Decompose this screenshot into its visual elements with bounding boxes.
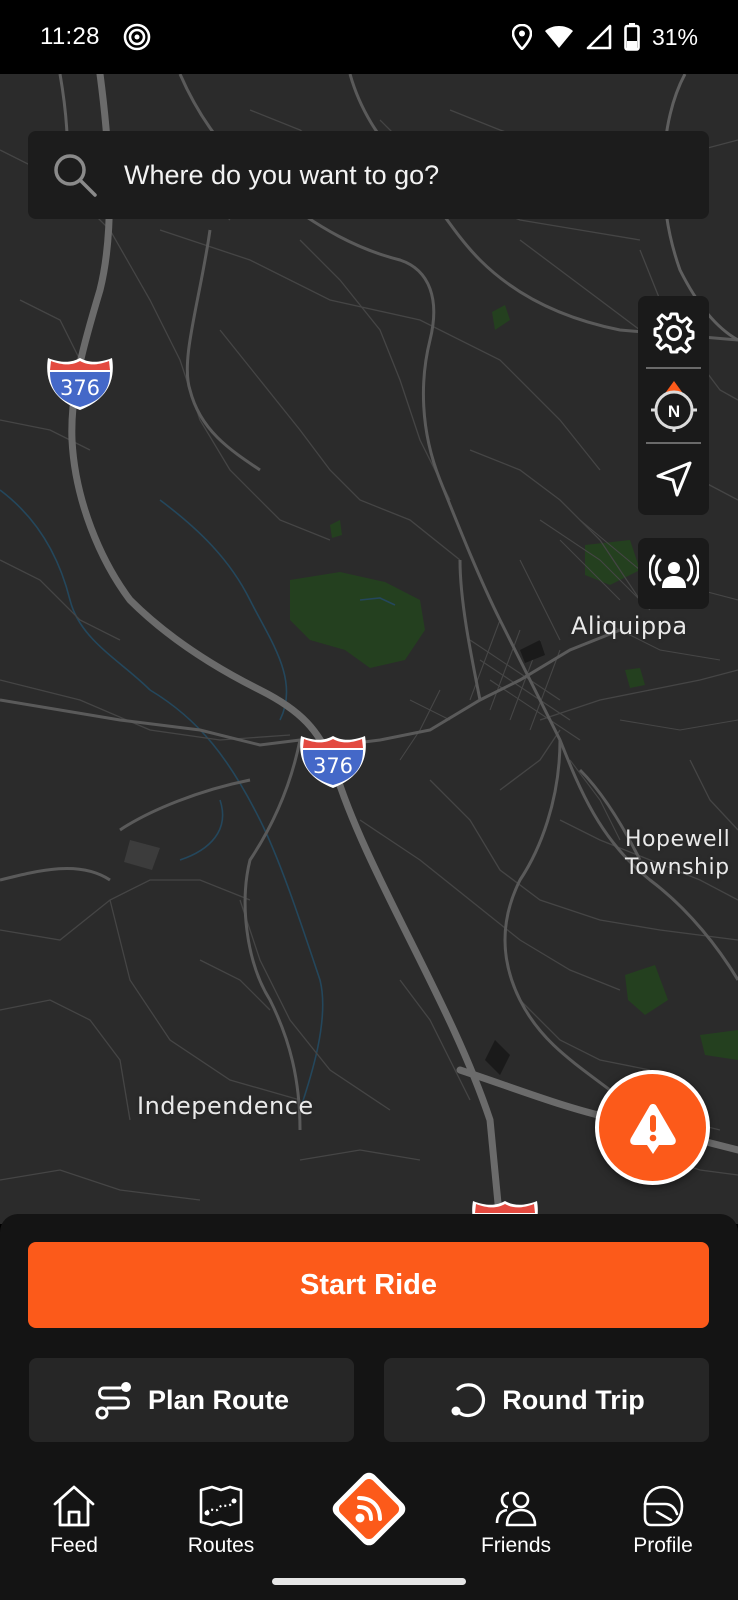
start-ride-button[interactable]: Start Ride <box>28 1242 709 1328</box>
home-indicator[interactable] <box>272 1578 466 1585</box>
nav-friends-label: Friends <box>480 1534 552 1557</box>
nav-routes-label: Routes <box>187 1534 255 1557</box>
nav-friends[interactable]: Friends <box>456 1466 576 1576</box>
app-logo-icon <box>332 1472 406 1546</box>
search-icon <box>54 154 97 197</box>
wifi-icon <box>544 26 573 48</box>
map-icon <box>199 1485 243 1527</box>
bottom-nav: Feed Routes Friends Profile <box>0 1466 738 1586</box>
battery-icon <box>624 23 640 51</box>
status-bar: 11:28 31% <box>0 0 738 74</box>
map-label-hopewell: Hopewell Township <box>625 826 730 882</box>
search-input[interactable]: Where do you want to go? <box>124 160 439 191</box>
compass-button[interactable]: N <box>638 369 709 442</box>
bottom-sheet: Start Ride Plan Route Round Trip Feed Ro… <box>0 1214 738 1600</box>
map-label-independence: Independence <box>137 1092 314 1120</box>
gear-icon <box>653 312 694 353</box>
map-label-hopewell-line2: Township <box>625 855 730 880</box>
search-bar[interactable]: Where do you want to go? <box>28 131 709 219</box>
plan-route-label: Plan Route <box>147 1384 289 1415</box>
plan-route-button[interactable]: Plan Route <box>29 1358 354 1442</box>
helmet-icon <box>643 1485 684 1527</box>
home-icon <box>53 1485 95 1527</box>
recenter-button[interactable] <box>638 442 709 515</box>
map-view[interactable]: 376 376 Aliquippa Hopewell Township Inde… <box>0 74 738 1224</box>
signal-icon <box>586 24 612 50</box>
plan-route-icon <box>95 1382 131 1420</box>
nav-app-home[interactable] <box>326 1466 412 1552</box>
location-icon <box>511 24 532 50</box>
map-label-aliquippa: Aliquippa <box>571 612 688 640</box>
friends-icon <box>495 1491 537 1527</box>
nav-routes[interactable]: Routes <box>161 1466 281 1576</box>
report-hazard-button[interactable] <box>595 1070 710 1185</box>
shield-route-number: 376 <box>59 376 101 400</box>
hotspot-icon <box>123 23 151 51</box>
settings-button[interactable] <box>638 296 709 369</box>
round-trip-button[interactable]: Round Trip <box>384 1358 709 1442</box>
status-time: 11:28 <box>40 23 100 50</box>
compass-letter: N <box>667 402 679 421</box>
map-controls: N <box>638 296 709 515</box>
map-roads <box>0 74 738 1224</box>
map-label-hopewell-line1: Hopewell <box>625 827 731 852</box>
interstate-shield: 376 <box>45 356 115 412</box>
nav-profile[interactable]: Profile <box>603 1466 723 1576</box>
battery-percent: 31% <box>651 23 698 50</box>
nav-feed[interactable]: Feed <box>14 1466 134 1576</box>
round-trip-icon <box>451 1383 486 1418</box>
shield-route-number: 376 <box>312 754 354 778</box>
nav-profile-label: Profile <box>633 1534 693 1557</box>
broadcast-person-icon <box>648 554 699 588</box>
compass-icon: N <box>650 380 697 432</box>
live-share-button[interactable] <box>638 538 709 609</box>
interstate-shield: 376 <box>298 734 368 790</box>
round-trip-label: Round Trip <box>502 1384 645 1415</box>
nav-feed-label: Feed <box>50 1534 98 1557</box>
hazard-alert-icon <box>629 1103 676 1154</box>
navigate-arrow-icon <box>656 461 691 496</box>
